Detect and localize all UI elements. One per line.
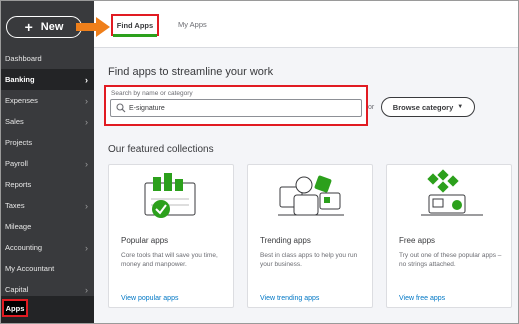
screenshot-border [0, 0, 519, 324]
